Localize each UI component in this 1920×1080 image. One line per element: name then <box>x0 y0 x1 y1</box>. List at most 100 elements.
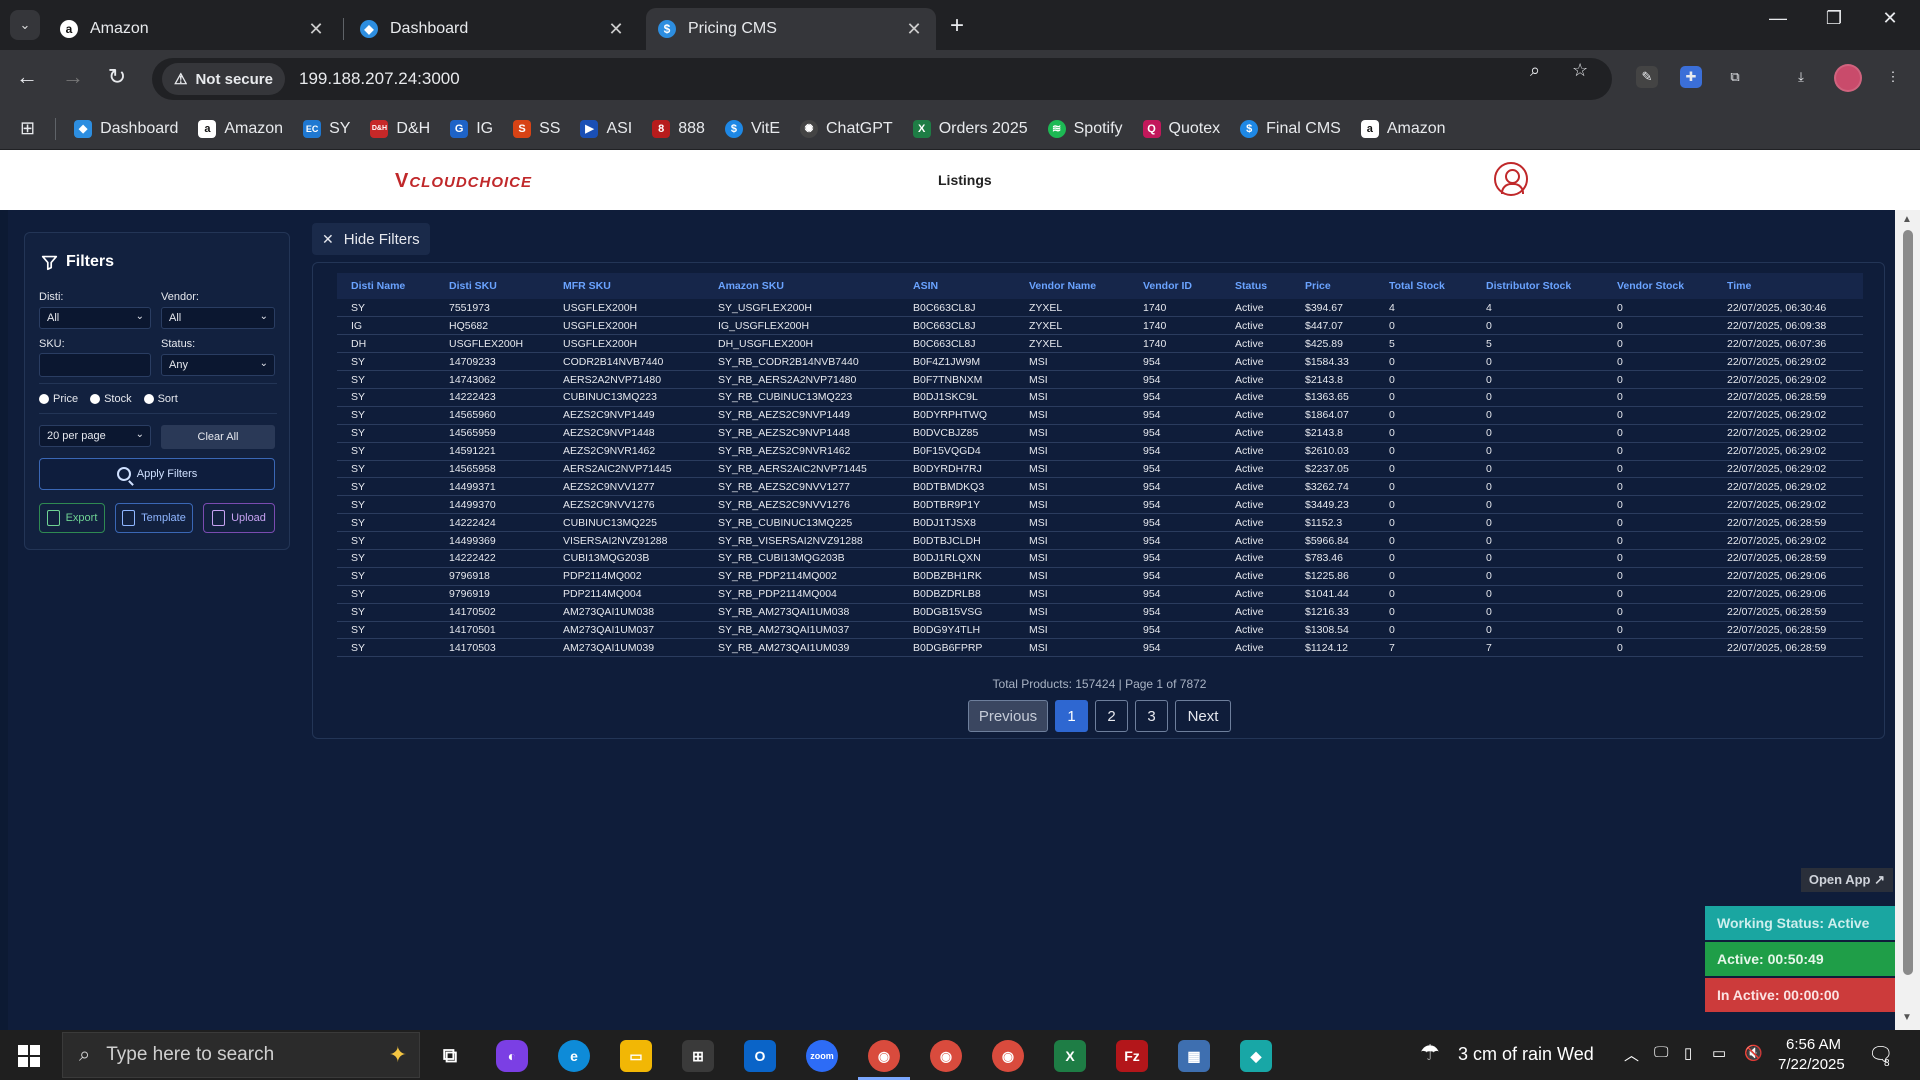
table-row[interactable]: SY 14170503 AM273QAI1UM039 SY_RB_AM273QAI1U… <box>337 638 1863 658</box>
column-header-vendor-id[interactable]: Vendor ID <box>1129 273 1221 299</box>
reload-icon[interactable]: ↻ <box>102 64 132 90</box>
close-tab-icon[interactable]: ✕ <box>606 19 626 40</box>
tab-dashboard[interactable]: ◆ Dashboard ✕ <box>348 8 638 50</box>
back-icon[interactable]: ← <box>12 64 42 90</box>
table-row[interactable]: SY 14170502 AM273QAI1UM038 SY_RB_AM273QAI1U… <box>337 603 1863 622</box>
column-header-status[interactable]: Status <box>1221 273 1291 299</box>
open-app-button[interactable]: Open App ↗ <box>1800 868 1893 892</box>
column-header-distributor-stock[interactable]: Distributor Stock <box>1472 273 1603 299</box>
radio-stock[interactable]: Stock <box>90 393 132 405</box>
bookmark-final-cms[interactable]: $ Final CMS <box>1240 119 1341 138</box>
apps-grid-icon[interactable]: ⊞ <box>20 118 35 139</box>
edge-icon[interactable]: e <box>558 1040 590 1072</box>
profile-avatar[interactable] <box>1834 64 1862 92</box>
radio-sort[interactable]: Sort <box>143 393 178 405</box>
column-header-time[interactable]: Time <box>1713 273 1863 299</box>
table-row[interactable]: SY 14499370 AEZS2C9NVV1276 SY_RB_AEZS2C9NVV… <box>337 495 1863 515</box>
clock-date[interactable]: 7/22/2025 <box>1778 1056 1845 1073</box>
upload-button[interactable]: Upload <box>203 503 275 533</box>
file-explorer-icon[interactable]: ▭ <box>620 1040 652 1072</box>
forward-icon[interactable]: → <box>58 64 88 90</box>
bookmark-ss[interactable]: S SS <box>513 119 560 138</box>
bookmark-dashboard[interactable]: ◆ Dashboard <box>74 119 178 138</box>
zoom-icon[interactable]: ⌕ <box>1530 60 1540 81</box>
volume-muted-icon[interactable]: 🔇 <box>1744 1044 1763 1062</box>
device-icon[interactable]: ▯ <box>1684 1044 1692 1062</box>
tab-amazon[interactable]: a Amazon ✕ <box>48 8 338 50</box>
status-select[interactable]: Any ⌄ <box>161 354 275 376</box>
extensions-icon[interactable]: ⧉ <box>1724 66 1746 88</box>
bookmark-orders-2025[interactable]: X Orders 2025 <box>912 119 1028 138</box>
copilot-app-icon[interactable]: ◐ <box>496 1040 528 1072</box>
address-bar[interactable]: ⚠ Not secure 199.188.207.24:3000 <box>152 58 1612 100</box>
table-row[interactable]: SY 14499371 AEZS2C9NVV1277 SY_RB_AEZS2C9NVV… <box>337 477 1863 497</box>
restore-icon[interactable]: ❐ <box>1814 8 1854 29</box>
table-row[interactable]: SY 14743062 AERS2A2NVP71480 SY_RB_AERS2A2NV… <box>337 370 1863 389</box>
table-row[interactable]: SY 9796919 PDP2114MQ004 SY_RB_PDP2114MQ004 B… <box>337 585 1863 604</box>
table-row[interactable]: SY 14222424 CUBINUC13MQ225 SY_RB_CUBINUC13M… <box>337 513 1863 533</box>
clock-time[interactable]: 6:56 AM <box>1786 1036 1841 1053</box>
hide-filters-button[interactable]: ✕ Hide Filters <box>312 223 430 255</box>
table-row[interactable]: SY 7551973 USGFLEX200H SY_USGFLEX200H B0C663… <box>337 299 1863 318</box>
tab-pricing-cms[interactable]: $ Pricing CMS ✕ <box>646 8 936 50</box>
chevron-up-icon[interactable]: ︿ <box>1624 1044 1639 1065</box>
menu-icon[interactable]: ⋮ <box>1882 66 1904 88</box>
table-row[interactable]: SY 14565958 AERS2AIC2NVP71445 SY_RB_AERS2AI… <box>337 460 1863 479</box>
minimize-icon[interactable]: — <box>1758 8 1798 29</box>
cloudchoice-logo[interactable]: VCLOUDCHOICE <box>395 170 532 193</box>
bookmark-asi[interactable]: ▶ ASI <box>580 119 632 138</box>
close-tab-icon[interactable]: ✕ <box>306 19 326 40</box>
calculator-icon[interactable]: ▦ <box>1178 1040 1210 1072</box>
weather-rain-icon[interactable]: ☂ <box>1420 1040 1440 1066</box>
battery-icon[interactable]: ▭ <box>1712 1044 1726 1062</box>
table-row[interactable]: SY 14565959 AEZS2C9NVP1448 SY_RB_AEZS2C9NVP… <box>337 424 1863 443</box>
table-row[interactable]: SY 14222422 CUBI13MQG203B SY_RB_CUBI13MQG20… <box>337 549 1863 568</box>
scroll-thumb[interactable] <box>1903 230 1913 975</box>
bookmark-dh[interactable]: D&H D&H <box>370 119 430 138</box>
extension-pen-icon[interactable]: ✎ <box>1636 66 1658 88</box>
download-icon[interactable]: ⤓ <box>1790 66 1812 88</box>
previous-page-button[interactable]: Previous <box>968 700 1048 732</box>
vendor-select[interactable]: All ⌄ <box>161 307 275 329</box>
bookmark-amazon[interactable]: a Amazon <box>198 119 283 138</box>
column-header-total-stock[interactable]: Total Stock <box>1375 273 1472 299</box>
scroll-up-icon[interactable]: ▲ <box>1902 214 1912 225</box>
column-header-asin[interactable]: ASIN <box>899 273 1015 299</box>
table-row[interactable]: SY 14170501 AM273QAI1UM037 SY_RB_AM273QAI1U… <box>337 621 1863 640</box>
chrome-icon[interactable]: ◉ <box>930 1040 962 1072</box>
table-row[interactable]: SY 14591221 AEZS2C9NVR1462 SY_RB_AEZS2C9NVR… <box>337 442 1863 461</box>
column-header-vendor-name[interactable]: Vendor Name <box>1015 273 1129 299</box>
tab-search-button[interactable]: ⌄ <box>10 10 40 40</box>
outlook-icon[interactable]: O <box>744 1040 776 1072</box>
security-chip[interactable]: ⚠ Not secure <box>162 63 285 95</box>
apply-filters-button[interactable]: Apply Filters <box>39 458 275 490</box>
column-header-disti-sku[interactable]: Disti SKU <box>435 273 549 299</box>
bookmark-quotex[interactable]: Q Quotex <box>1142 119 1220 138</box>
nav-listings-link[interactable]: Listings <box>938 172 992 188</box>
bookmark-sy[interactable]: EC SY <box>303 119 350 138</box>
bookmark-vite[interactable]: $ VitE <box>724 119 780 138</box>
weather-text[interactable]: 3 cm of rain Wed <box>1458 1044 1594 1065</box>
chrome-icon[interactable]: ◉ <box>992 1040 1024 1072</box>
table-row[interactable]: SY 9796918 PDP2114MQ002 SY_RB_PDP2114MQ002 B… <box>337 567 1863 586</box>
dashboard-app-icon[interactable]: ◆ <box>1240 1040 1272 1072</box>
table-row[interactable]: DH USGFLEX200H USGFLEX200H DH_USGFLEX200H B0… <box>337 334 1863 354</box>
scroll-down-icon[interactable]: ▼ <box>1902 1012 1912 1023</box>
windows-start-icon[interactable] <box>18 1045 40 1067</box>
disti-select[interactable]: All ⌄ <box>39 307 151 329</box>
excel-icon[interactable]: X <box>1054 1040 1086 1072</box>
column-header-vendor-stock[interactable]: Vendor Stock <box>1603 273 1713 299</box>
bookmark-star-icon[interactable]: ☆ <box>1572 60 1588 81</box>
next-page-button[interactable]: Next <box>1175 700 1231 732</box>
close-window-icon[interactable]: ✕ <box>1870 8 1910 29</box>
user-account-icon[interactable] <box>1494 162 1528 196</box>
page-3-button[interactable]: 3 <box>1135 700 1168 732</box>
column-header-price[interactable]: Price <box>1291 273 1375 299</box>
table-row[interactable]: SY 14222423 CUBINUC13MQ223 SY_RB_CUBINUC13M… <box>337 388 1863 407</box>
radio-price[interactable]: Price <box>39 393 78 405</box>
export-button[interactable]: Export <box>39 503 105 533</box>
table-row[interactable]: SY 14499369 VISERSAI2NVZ91288 SY_RB_VISERSA… <box>337 531 1863 550</box>
bookmark-spotify[interactable]: ≋ Spotify <box>1047 119 1123 138</box>
zoom-app-icon[interactable]: zoom <box>806 1040 838 1072</box>
page-2-button[interactable]: 2 <box>1095 700 1128 732</box>
